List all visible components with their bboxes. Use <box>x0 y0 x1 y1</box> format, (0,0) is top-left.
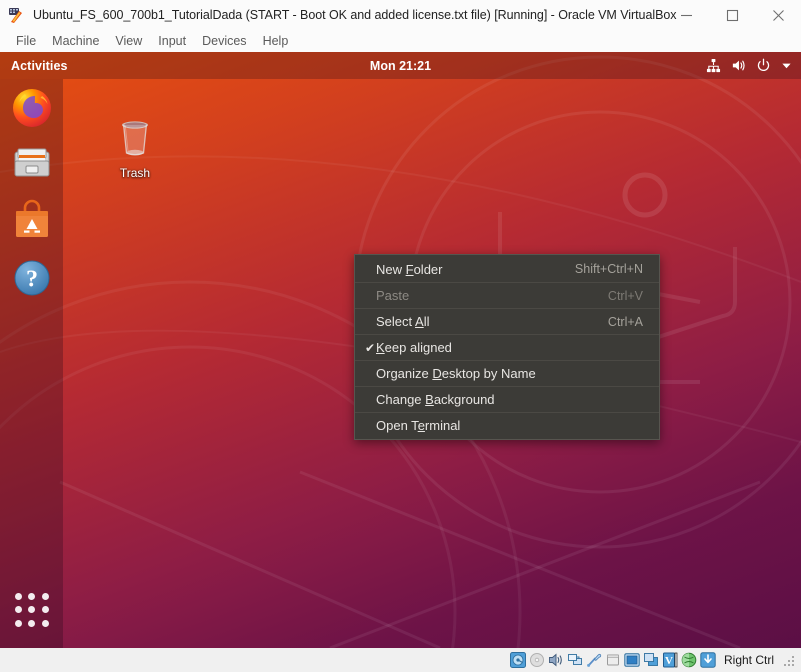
gnome-dock: ? <box>0 79 63 648</box>
context-menu-item-label: Keep aligned <box>376 340 643 355</box>
optical-disk-icon[interactable] <box>529 652 545 668</box>
resize-grip[interactable] <box>783 653 797 667</box>
check-placeholder: ✔ <box>365 420 376 432</box>
virtualbox-vm-icon <box>8 7 24 23</box>
check-placeholder: ✔ <box>365 316 376 328</box>
virtualbox-window: Ubuntu_FS_600_700b1_TutorialDada (START … <box>0 0 801 672</box>
check-placeholder: ✔ <box>365 290 376 302</box>
dock-item-firefox[interactable] <box>9 85 55 131</box>
grid-dot <box>28 606 35 613</box>
context-menu-item-accel: Shift+Ctrl+N <box>575 262 643 276</box>
dock-item-files[interactable] <box>9 141 55 187</box>
check-placeholder: ✔ <box>365 368 376 380</box>
power-icon[interactable] <box>756 58 771 73</box>
grid-dot <box>15 606 22 613</box>
svg-text:V: V <box>665 655 673 667</box>
desktop-icon-label: Trash <box>101 166 169 180</box>
window-title: Ubuntu_FS_600_700b1_TutorialDada (START … <box>33 8 676 22</box>
grid-dot <box>42 606 49 613</box>
system-indicators[interactable] <box>706 58 792 73</box>
clock[interactable]: Mon 21:21 <box>0 59 801 73</box>
context-menu-item-organize-desktop[interactable]: ✔ Organize Desktop by Name <box>355 360 659 386</box>
menu-view[interactable]: View <box>107 30 150 52</box>
context-menu-item-label: Open Terminal <box>376 418 643 433</box>
menu-input[interactable]: Input <box>150 30 194 52</box>
usb-icon[interactable] <box>586 652 602 668</box>
grid-dot <box>15 620 22 627</box>
menu-file[interactable]: File <box>8 30 44 52</box>
maximize-button[interactable] <box>709 0 755 30</box>
volume-icon[interactable] <box>731 58 746 73</box>
status-indicator-group: V Right Ctrl <box>510 652 797 668</box>
context-menu-item-label: Select All <box>376 314 590 329</box>
context-menu-item-label: Paste <box>376 288 590 303</box>
recording-icon[interactable] <box>643 652 659 668</box>
host-key-icon[interactable] <box>700 652 716 668</box>
chevron-down-icon[interactable] <box>781 60 792 71</box>
desktop-icon-trash[interactable]: Trash <box>101 114 169 180</box>
mouse-integration-icon[interactable] <box>681 652 697 668</box>
network-wired-icon[interactable] <box>706 58 721 73</box>
shared-folders-icon[interactable] <box>605 652 621 668</box>
context-menu-item-label: New Folder <box>376 262 557 277</box>
dock-item-ubuntu-software[interactable] <box>9 198 55 244</box>
desktop-context-menu[interactable]: ✔ New Folder Shift+Ctrl+N ✔ Paste Ctrl+V… <box>354 254 660 440</box>
hard-disk-icon[interactable] <box>510 652 526 668</box>
host-key-label: Right Ctrl <box>724 653 774 667</box>
context-menu-item-keep-aligned[interactable]: ✔ Keep aligned <box>355 334 659 360</box>
check-placeholder: ✔ <box>365 394 376 406</box>
display-icon[interactable] <box>624 652 640 668</box>
context-menu-item-label: Change Background <box>376 392 643 407</box>
svg-text:?: ? <box>26 267 38 293</box>
network-icon[interactable] <box>567 652 583 668</box>
context-menu-item-select-all[interactable]: ✔ Select All Ctrl+A <box>355 308 659 334</box>
menu-devices[interactable]: Devices <box>194 30 254 52</box>
grid-dot <box>15 593 22 600</box>
menu-help[interactable]: Help <box>255 30 297 52</box>
minimize-button[interactable] <box>663 0 709 30</box>
context-menu-item-open-terminal[interactable]: ✔ Open Terminal <box>355 412 659 438</box>
checkmark-icon: ✔ <box>365 342 376 354</box>
context-menu-item-accel: Ctrl+V <box>608 289 643 303</box>
check-placeholder: ✔ <box>365 263 376 275</box>
menu-machine[interactable]: Machine <box>44 30 107 52</box>
grid-dot <box>28 593 35 600</box>
window-titlebar: Ubuntu_FS_600_700b1_TutorialDada (START … <box>0 0 801 30</box>
context-menu-item-label: Organize Desktop by Name <box>376 366 643 381</box>
menubar: File Machine View Input Devices Help <box>0 30 801 52</box>
dock-item-help[interactable]: ? <box>9 255 55 301</box>
close-button[interactable] <box>755 0 801 30</box>
show-applications-button[interactable] <box>14 592 50 628</box>
context-menu-item-accel: Ctrl+A <box>608 315 643 329</box>
context-menu-item-paste: ✔ Paste Ctrl+V <box>355 282 659 308</box>
grid-dot <box>28 620 35 627</box>
gnome-top-bar: Activities Mon 21:21 <box>0 52 801 79</box>
context-menu-item-change-background[interactable]: ✔ Change Background <box>355 386 659 412</box>
grid-dot <box>42 620 49 627</box>
virtualbox-logo-icon[interactable]: V <box>662 652 678 668</box>
guest-screen[interactable]: Activities Mon 21:21 <box>0 52 801 648</box>
grid-dot <box>42 593 49 600</box>
vbox-status-bar: V Right Ctrl <box>0 648 801 672</box>
window-controls <box>663 0 801 30</box>
audio-icon[interactable] <box>548 652 564 668</box>
context-menu-item-new-folder[interactable]: ✔ New Folder Shift+Ctrl+N <box>355 256 659 282</box>
trash-icon <box>111 114 159 162</box>
